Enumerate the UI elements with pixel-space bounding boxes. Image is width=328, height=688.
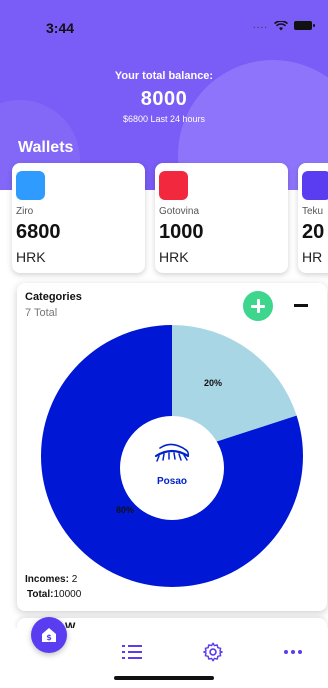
wallets-title: Wallets [18, 139, 74, 156]
status-icons: .... [252, 20, 315, 31]
categories-card: Categories 7 Total 80% 20% Posao Incomes… [17, 283, 327, 611]
balance-label: Your total balance: [114, 70, 214, 82]
add-category-button[interactable] [243, 291, 273, 321]
wallet-card-ziro[interactable]: Ziro 6800 HRK [12, 163, 145, 273]
pie-slice-label: 80% [116, 505, 135, 515]
wallet-color-swatch [159, 171, 188, 200]
wallet-currency: HRK [16, 249, 46, 265]
incomes-row: Incomes: 2 [25, 574, 77, 585]
wallet-name: Gotovina [159, 206, 200, 217]
tab-list[interactable] [118, 638, 146, 666]
remove-category-button[interactable] [289, 291, 319, 321]
home-indicator [114, 676, 214, 680]
list-icon [122, 645, 142, 659]
wallets-carousel[interactable]: Ziro 6800 HRK Gotovina 1000 HRK Teku 20 … [12, 163, 328, 276]
pie-center-badge[interactable]: Posao [120, 416, 224, 520]
home-money-icon: $ [42, 628, 56, 642]
total-row: Total:10000 [27, 589, 81, 600]
wallet-currency: HRK [159, 249, 189, 265]
wallet-name: Teku [302, 206, 324, 217]
total-value: 10000 [53, 589, 82, 600]
balance-change: $6800 Last 24 hours [122, 114, 206, 124]
status-time: 3:44 [46, 20, 75, 36]
svg-text:$: $ [46, 633, 52, 642]
wallet-value: 6800 [16, 221, 61, 243]
tab-settings[interactable] [199, 638, 227, 666]
wallet-color-swatch [16, 171, 45, 200]
status-bar: 3:44 .... [0, 0, 328, 46]
tab-home[interactable]: $ [31, 617, 67, 653]
incomes-value: 2 [71, 574, 78, 585]
wallet-card-gotovina[interactable]: Gotovina 1000 HRK [155, 163, 288, 273]
signal-dots: .... [252, 20, 268, 31]
total-label: Total: [27, 589, 54, 600]
wallet-name: Ziro [16, 206, 34, 217]
categories-title: Categories [25, 291, 82, 303]
tab-more[interactable] [279, 638, 307, 666]
pie-center-label: Posao [156, 476, 187, 487]
categories-count: 7 Total [25, 307, 58, 319]
incomes-label: Incomes: [25, 574, 69, 585]
pie-slice-label: 20% [204, 378, 223, 388]
more-icon [284, 650, 302, 654]
wallet-value: 1000 [159, 221, 204, 243]
wallet-color-swatch [302, 171, 328, 200]
gear-icon [203, 642, 223, 662]
wifi-icon [274, 20, 288, 31]
wallet-card-teku[interactable]: Teku 20 HR [298, 163, 328, 273]
eye-lashes-icon [152, 438, 192, 468]
battery-icon [294, 21, 315, 30]
balance-summary: Your total balance: 8000 $6800 Last 24 h… [0, 70, 328, 124]
balance-amount: 8000 [140, 88, 188, 110]
wallet-value: 20 [302, 221, 325, 243]
wallet-currency: HR [302, 249, 323, 265]
